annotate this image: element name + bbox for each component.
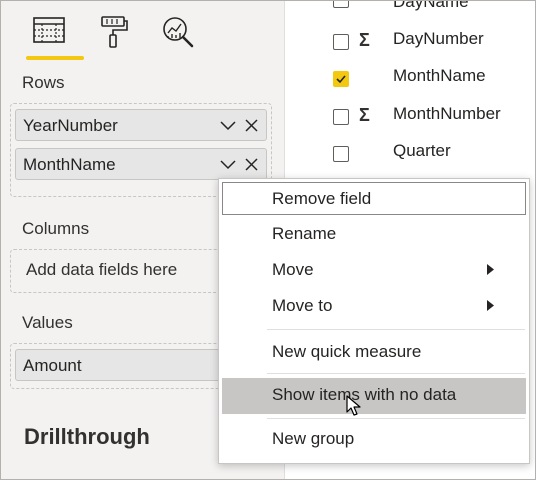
submenu-arrow-icon [487, 264, 494, 275]
field-item-quarter[interactable]: Quarter [285, 141, 536, 180]
drillthrough-heading: Drillthrough [24, 424, 150, 449]
menu-divider [267, 373, 525, 374]
menu-item-new-group[interactable]: New group [222, 422, 526, 455]
paint-roller-icon [101, 16, 128, 48]
menu-item-new-quick-measure[interactable]: New quick measure [222, 335, 526, 368]
menu-item-label: Move to [272, 296, 333, 315]
field-checkbox[interactable] [333, 109, 349, 125]
pill-label: MonthName [23, 155, 116, 174]
menu-item-move[interactable]: Move [222, 253, 526, 286]
field-name: Quarter [393, 141, 451, 160]
rows-field-pill[interactable]: MonthName [15, 148, 267, 180]
tab-format[interactable] [84, 10, 148, 60]
field-item-monthname[interactable]: MonthName [285, 66, 536, 105]
menu-item-rename[interactable]: Rename [222, 217, 526, 250]
menu-item-show-items-with-no-data[interactable]: Show items with no data [222, 378, 526, 416]
menu-item-label: Move [272, 260, 314, 279]
field-name: DayNumber [393, 29, 484, 48]
checkmark-icon [336, 75, 346, 84]
values-label: Values [22, 313, 73, 332]
rows-label: Rows [22, 73, 65, 92]
field-name: MonthNumber [393, 104, 501, 123]
menu-item-move-to[interactable]: Move to [222, 289, 526, 322]
menu-item-label: Show items with no data [272, 385, 457, 404]
rows-field-pill[interactable]: YearNumber [15, 109, 267, 141]
menu-item-label: Rename [272, 224, 337, 243]
columns-label: Columns [22, 219, 90, 238]
submenu-arrow-icon [487, 300, 494, 311]
field-checkbox-checked[interactable] [333, 71, 349, 87]
field-name: DayName [393, 0, 469, 11]
field-context-menu: Remove field Rename Move Move to New qui… [218, 178, 530, 464]
remove-field-icon[interactable] [245, 119, 258, 132]
field-checkbox[interactable] [333, 0, 349, 8]
field-item-dayname[interactable]: DayName [285, 0, 536, 32]
menu-divider [267, 418, 525, 419]
field-name: MonthName [393, 66, 486, 85]
tab-fields[interactable] [20, 10, 84, 60]
sigma-icon: Σ [359, 30, 370, 50]
fields-icon [33, 17, 65, 43]
menu-item-label: New group [272, 429, 355, 448]
menu-item-label: New quick measure [272, 342, 422, 361]
menu-divider [267, 329, 525, 330]
tab-analytics[interactable] [148, 10, 212, 60]
field-checkbox[interactable] [333, 34, 349, 50]
analytics-magnifier-icon [163, 17, 194, 48]
pill-label: YearNumber [23, 116, 118, 135]
pill-label: Amount [23, 356, 82, 375]
field-checkbox[interactable] [333, 146, 349, 162]
chevron-down-icon[interactable] [220, 119, 236, 131]
pane-tabs [20, 10, 220, 60]
field-item-monthnumber[interactable]: Σ MonthNumber [285, 104, 536, 143]
menu-item-label: Remove field [272, 189, 372, 208]
chevron-down-icon[interactable] [220, 158, 236, 170]
columns-placeholder: Add data fields here [26, 260, 178, 279]
mouse-pointer-icon [346, 395, 361, 416]
menu-item-remove-field[interactable]: Remove field [222, 182, 526, 215]
remove-field-icon[interactable] [245, 158, 258, 171]
active-tab-indicator [26, 56, 84, 60]
sigma-icon: Σ [359, 105, 370, 125]
field-item-daynumber[interactable]: Σ DayNumber [285, 29, 536, 68]
